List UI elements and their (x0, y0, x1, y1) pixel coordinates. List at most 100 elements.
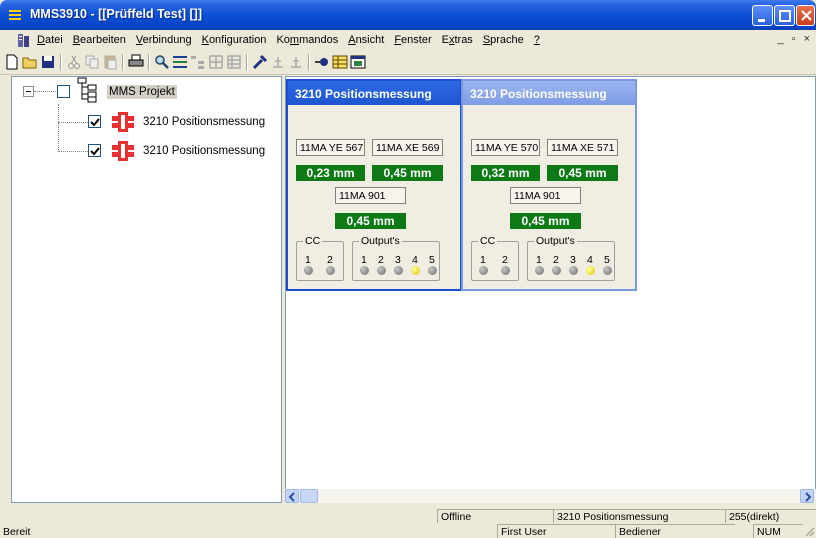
grid-icon[interactable] (208, 54, 224, 70)
status-address: 255(direkt) (725, 509, 816, 523)
menu-item-ansicht[interactable]: Ansicht (348, 34, 384, 46)
document-icon[interactable] (17, 33, 33, 48)
paste-icon[interactable] (102, 54, 118, 70)
output-led-label: 1 (361, 254, 367, 266)
output-group: Output's 1 2 3 4 5 (527, 235, 615, 281)
copy-icon[interactable] (84, 54, 100, 70)
measurement-value-combined: 0,45 mm (510, 213, 581, 229)
close-icon (801, 10, 812, 21)
mdi-controls: _ ▫ × (778, 33, 810, 45)
project-tree[interactable]: MMS Projekt 3210 Positionsmessung 3210 P… (11, 76, 282, 503)
menu-item-sprache[interactable]: Sprache (483, 34, 524, 46)
maximize-button[interactable] (774, 5, 795, 26)
module-icon (112, 112, 134, 132)
module-title[interactable]: 3210 Positionsmessung (288, 81, 460, 105)
cc-led-label: 2 (502, 254, 508, 266)
module-panel-1[interactable]: 3210 Positionsmessung 11MA YE 567 11MA XE … (286, 79, 462, 291)
minimize-button[interactable] (752, 5, 773, 26)
sensor-field-x: 11MA XE 569 (372, 139, 443, 156)
grid2-icon[interactable] (226, 54, 242, 70)
window-icon[interactable] (350, 54, 366, 70)
cc-group-label: CC (303, 235, 323, 247)
output-led-indicator (411, 266, 420, 275)
horizontal-scrollbar[interactable] (285, 489, 816, 503)
chevron-right-icon (805, 492, 812, 502)
print-icon[interactable] (128, 54, 144, 70)
mdi-restore-button[interactable]: ▫ (792, 33, 796, 45)
output-group: Output's 1 2 3 4 5 (352, 235, 440, 281)
cc-led-indicator (501, 266, 510, 275)
output-led-label: 2 (553, 254, 559, 266)
table-icon[interactable] (332, 54, 348, 70)
menu-item-bearbeiten[interactable]: Bearbeiten (73, 34, 126, 46)
output-led-label: 5 (604, 254, 610, 266)
cut-icon[interactable] (66, 54, 82, 70)
sensor-field-combined: 11MA 901 (335, 187, 406, 204)
scroll-thumb[interactable] (300, 489, 318, 503)
status-module: 3210 Positionsmessung (553, 509, 725, 523)
menu-item-datei[interactable]: Datei (37, 34, 63, 46)
output-led-indicator (586, 266, 595, 275)
maximize-icon (779, 10, 791, 22)
menu: Datei Bearbeiten Verbindung Konfiguration Ko… (37, 34, 550, 46)
cc-group: CC 1 2 (296, 235, 344, 281)
tree-item-checkbox-1[interactable] (88, 115, 101, 128)
connect-icon[interactable] (314, 54, 330, 70)
tree-collapse-toggle[interactable] (23, 86, 34, 97)
mdi-minimize-button[interactable]: _ (778, 33, 784, 45)
module-panel-2[interactable]: 3210 Positionsmessung 11MA YE 570 11MA XE … (461, 79, 637, 291)
cc-led-label: 1 (305, 254, 311, 266)
menu-item-fenster[interactable]: Fenster (394, 34, 431, 46)
menu-item-kommandos[interactable]: Kommandos (276, 34, 338, 46)
save-icon[interactable] (40, 54, 56, 70)
output-group-label: Output's (534, 235, 577, 247)
output-led-indicator (603, 266, 612, 275)
sensor-field-combined: 11MA 901 (510, 187, 581, 204)
cc-group: CC 1 2 (471, 235, 519, 281)
output-led-indicator (360, 266, 369, 275)
mdi-close-button[interactable]: × (804, 33, 810, 45)
tree-item-label-2[interactable]: 3210 Positionsmessung (143, 145, 265, 157)
close-button[interactable] (796, 5, 815, 26)
open-icon[interactable] (22, 54, 38, 70)
menu-item-help[interactable]: ? (534, 34, 540, 46)
module-title[interactable]: 3210 Positionsmessung (463, 81, 635, 105)
resize-grip-icon[interactable] (803, 525, 815, 537)
search-icon[interactable] (154, 54, 170, 70)
output-led-label: 5 (429, 254, 435, 266)
menu-item-extras[interactable]: Extras (442, 34, 473, 46)
output-led-label: 2 (378, 254, 384, 266)
measurement-value-y: 0,32 mm (471, 165, 540, 181)
tools-icon[interactable] (252, 54, 268, 70)
status-user: First User (497, 524, 615, 538)
measurement-value-x: 0,45 mm (547, 165, 618, 181)
menu-item-konfiguration[interactable]: Konfiguration (202, 34, 267, 46)
status-ready: Bereit (3, 526, 31, 538)
new-icon[interactable] (4, 54, 20, 70)
tree-icon[interactable] (190, 54, 206, 70)
cc-led-indicator (326, 266, 335, 275)
root-checkbox[interactable] (57, 85, 70, 98)
measurement-value-x: 0,45 mm (372, 165, 443, 181)
tree-item-checkbox-2[interactable] (88, 144, 101, 157)
cc-led-label: 1 (480, 254, 486, 266)
tree-root-label[interactable]: MMS Projekt (107, 85, 177, 99)
chevron-left-icon (288, 492, 295, 502)
antenna2-icon[interactable] (288, 54, 304, 70)
list-icon[interactable] (172, 54, 188, 70)
tree-item-label-1[interactable]: 3210 Positionsmessung (143, 116, 265, 128)
cc-led-indicator (304, 266, 313, 275)
menu-item-verbindung[interactable]: Verbindung (136, 34, 192, 46)
sensor-field-y: 11MA YE 570 (471, 139, 540, 156)
status-num: NUM (753, 524, 803, 538)
scroll-left-button[interactable] (285, 489, 299, 503)
output-led-label: 1 (536, 254, 542, 266)
scroll-right-button[interactable] (800, 489, 814, 503)
title-bar: MMS3910 - [[Prüffeld Test] []] (0, 0, 816, 30)
cc-group-label: CC (478, 235, 498, 247)
output-led-indicator (552, 266, 561, 275)
antenna-icon[interactable] (270, 54, 286, 70)
check-icon (90, 147, 100, 156)
output-led-indicator (428, 266, 437, 275)
toolbar (0, 51, 816, 75)
